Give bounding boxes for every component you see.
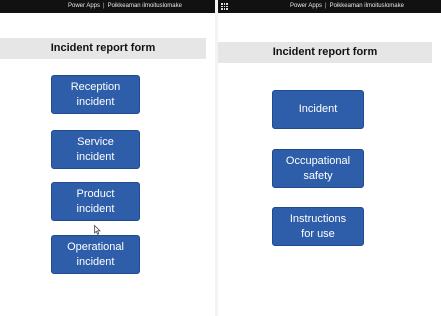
operational-incident-button-line2: incident <box>76 255 115 268</box>
instructions-for-use-button-line2: for use <box>301 227 335 240</box>
operational-incident-button-line1: Operational <box>67 240 124 253</box>
right-app-header-bar: Power Apps | Poikkeaman ilmoituslomake <box>218 0 441 13</box>
service-incident-button-line1: Service <box>77 135 114 148</box>
product-incident-button-line1: Product <box>76 187 115 200</box>
instructions-for-use-button[interactable]: Instructions for use <box>272 207 364 246</box>
right-form-title: Incident report form <box>218 42 432 63</box>
left-app-name: Power Apps <box>68 3 101 9</box>
occupational-safety-button-line2: safety <box>303 169 333 182</box>
incident-button-line1: Incident <box>298 103 338 115</box>
operational-incident-button[interactable]: Operational incident <box>51 235 140 274</box>
screenshot-root: Power Apps | Poikkeaman ilmoituslomake Inc… <box>0 0 441 316</box>
left-app-title: Poikkeaman ilmoituslomake <box>107 3 182 9</box>
occupational-safety-button-line1: Occupational <box>285 154 351 167</box>
reception-incident-button-line1: Reception <box>70 80 121 93</box>
product-incident-button[interactable]: Product incident <box>51 182 140 221</box>
service-incident-button-line2: incident <box>76 150 115 163</box>
right-app-header-title: Power Apps | Poikkeaman ilmoituslomake <box>290 0 404 13</box>
incident-button[interactable]: Incident <box>272 90 364 129</box>
left-app-header-bar: Power Apps | Poikkeaman ilmoituslomake <box>0 0 215 13</box>
occupational-safety-button[interactable]: Occupational safety <box>272 149 364 188</box>
left-form-title: Incident report form <box>0 38 206 59</box>
left-app-window: Power Apps | Poikkeaman ilmoituslomake Inc… <box>0 0 215 316</box>
reception-incident-button[interactable]: Reception incident <box>51 75 140 114</box>
left-app-header-title: Power Apps | Poikkeaman ilmoituslomake <box>68 0 182 13</box>
waffle-icon[interactable] <box>221 3 229 10</box>
service-incident-button[interactable]: Service incident <box>51 130 140 169</box>
right-app-title-separator: | <box>325 3 327 9</box>
instructions-for-use-button-line1: Instructions <box>289 212 347 225</box>
reception-incident-button-line2: incident <box>76 95 115 108</box>
left-app-title-separator: | <box>103 3 105 9</box>
right-app-window: Power Apps | Poikkeaman ilmoituslomake Inc… <box>218 0 441 316</box>
right-app-title: Poikkeaman ilmoituslomake <box>329 3 404 9</box>
right-app-name: Power Apps <box>290 3 323 9</box>
product-incident-button-line2: incident <box>76 202 115 215</box>
